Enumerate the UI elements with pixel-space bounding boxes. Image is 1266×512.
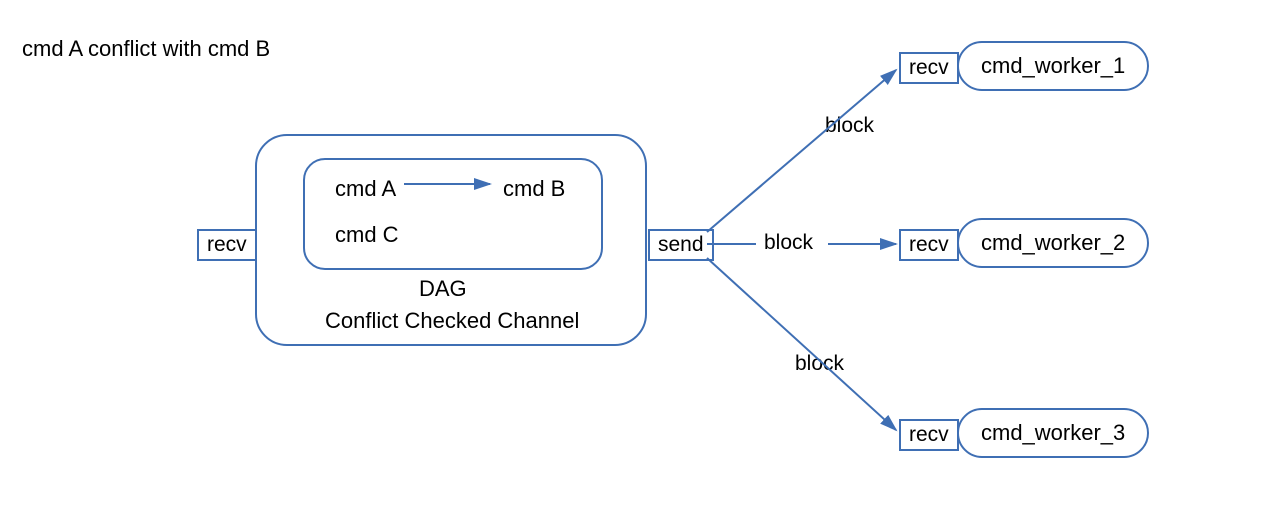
port-recv-left: recv xyxy=(197,229,257,261)
port-recv-w2: recv xyxy=(899,229,959,261)
dag-label: DAG xyxy=(419,276,467,302)
channel-title: Conflict Checked Channel xyxy=(325,308,579,334)
cmd-c: cmd C xyxy=(335,222,399,248)
worker-2: cmd_worker_2 xyxy=(957,218,1149,268)
worker-1: cmd_worker_1 xyxy=(957,41,1149,91)
caption: cmd A conflict with cmd B xyxy=(22,36,270,62)
port-send: send xyxy=(648,229,714,261)
block-label-2: block xyxy=(764,231,813,255)
channel-box: cmd A cmd B cmd C DAG Conflict Checked C… xyxy=(255,134,647,346)
block-label-3: block xyxy=(795,352,844,376)
worker-3: cmd_worker_3 xyxy=(957,408,1149,458)
dag-box: cmd A cmd B cmd C xyxy=(303,158,603,270)
cmd-b: cmd B xyxy=(503,176,565,202)
block-label-1: block xyxy=(825,114,874,138)
port-recv-w1: recv xyxy=(899,52,959,84)
port-recv-w3: recv xyxy=(899,419,959,451)
cmd-a: cmd A xyxy=(335,176,396,202)
